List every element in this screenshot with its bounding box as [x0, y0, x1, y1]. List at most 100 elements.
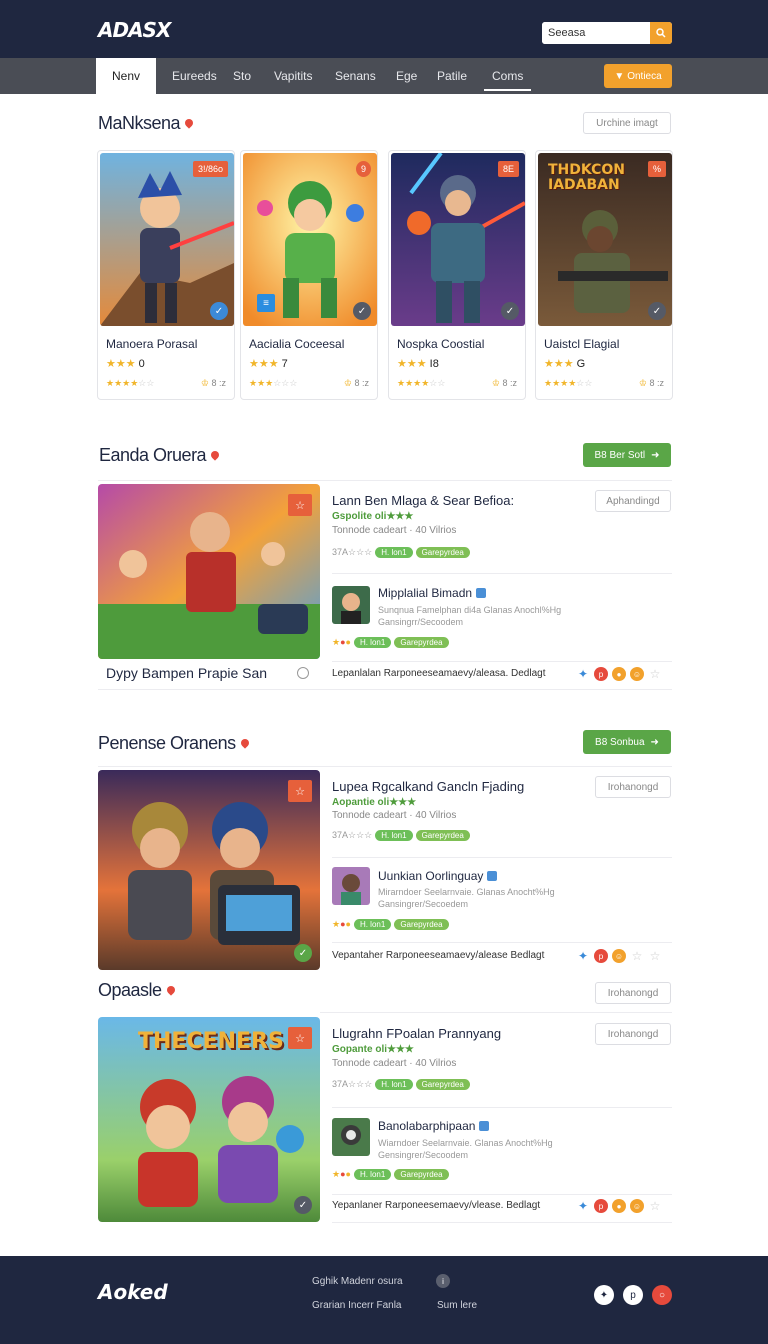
card-meta: ♔ 8 :z: [491, 378, 517, 388]
reddit-icon[interactable]: ●: [612, 1199, 626, 1213]
emoji-icon[interactable]: ☺: [630, 1199, 644, 1213]
section4-action-button[interactable]: Irohanongd: [595, 982, 671, 1004]
search-input[interactable]: [542, 22, 650, 44]
feature-block-3: ☆ ✓ Lupea Rgcalkand Gancln Fjading Aopan…: [98, 766, 672, 974]
divider: [332, 1107, 672, 1108]
section-title-2: Eanda Oruera: [99, 445, 221, 466]
game-card[interactable]: 9 ≡ ✓ Aacialia Coceesal ★★★ 7 ★★★☆☆☆ ♔ 8…: [240, 150, 378, 400]
feature-title[interactable]: Llugrahn FPoalan Prannyang: [332, 1026, 501, 1041]
sub-item-title[interactable]: Uunkian Oorlinguay: [378, 869, 498, 883]
feature-footer-text: Yepanlaner Rarponeesemaevy/vlease. Bedla…: [332, 1200, 541, 1211]
sub-meta-line: ★●● H. lon1 Garepyrdea: [332, 637, 449, 648]
arrow-right-icon: ➜: [651, 449, 660, 461]
tab-8[interactable]: Coms: [483, 58, 532, 94]
check-icon: ✓: [353, 302, 371, 320]
crown-icon: ♔: [638, 378, 647, 388]
game-art-title: THDKCON IADABAN: [548, 162, 625, 193]
feature-footer-text: Vepantaher Rarponeeseamaevy/alease Bedla…: [332, 950, 545, 961]
feature-green-label: Aopantie oli★★★: [332, 797, 417, 808]
card-meta: ♔ 8 :z: [200, 378, 226, 388]
twitter-icon[interactable]: ✦: [594, 1285, 614, 1305]
stars-row: ★★★★☆☆: [544, 378, 593, 388]
divider: [332, 573, 672, 574]
select-radio[interactable]: [297, 667, 309, 679]
game-title: Aacialia Coceesal: [249, 337, 345, 351]
sub-item-title[interactable]: Mipplalial Bimadn: [378, 586, 487, 600]
game-card[interactable]: 8E ✓ Nospka Coostial ★★★ I8 ★★★★☆☆ ♔ 8 :…: [388, 150, 526, 400]
main-nav: Nenv Eureeds Sto Vapitits Senans Ege Pat…: [0, 58, 768, 94]
feature-ghost-button[interactable]: Irohanongd: [595, 776, 671, 798]
pinterest-icon[interactable]: p: [594, 667, 608, 681]
check-icon: ✓: [501, 302, 519, 320]
footer: Aoked Gghik Madenr osura i Grarian Incer…: [0, 1256, 768, 1344]
pin-icon: [209, 449, 221, 461]
feature-art-4[interactable]: THECENERS ☆ ✓: [98, 1017, 320, 1222]
star-outline-icon[interactable]: ☆: [648, 1199, 662, 1213]
star-tag-icon: ☆: [288, 780, 312, 802]
game-art-1: 3!/86o ✓: [100, 153, 234, 326]
pin-icon: [238, 737, 251, 749]
footer-link-2[interactable]: Grarian Incerr Fanla: [312, 1300, 401, 1311]
section-title-3: Penense Oranens: [98, 733, 251, 754]
game-art-2: 9 ≡ ✓: [243, 153, 377, 326]
emoji-icon[interactable]: ☺: [612, 949, 626, 963]
feature-meta-line: 37A☆☆☆ H. lon1 Garepyrdea: [332, 830, 470, 841]
divider: [332, 661, 672, 662]
tab-4[interactable]: Vapitits: [274, 58, 312, 94]
star-outline-icon[interactable]: ☆: [630, 949, 644, 963]
footer-link-1[interactable]: Gghik Madenr osura: [312, 1276, 403, 1287]
footer-link-3[interactable]: Sum lere: [437, 1300, 477, 1311]
section3-action-button[interactable]: B8 Sonbua ➜: [583, 730, 671, 754]
tab-2[interactable]: Eureeds: [172, 58, 217, 94]
game-art-3: 8E ✓: [391, 153, 525, 326]
divider: [332, 1194, 672, 1195]
tab-5[interactable]: Senans: [335, 58, 376, 94]
twitter-icon[interactable]: ✦: [576, 667, 590, 681]
nav-cta-label: Ontieca: [627, 70, 662, 82]
section1-action-button[interactable]: Urchine imagt: [583, 112, 671, 134]
twitter-icon[interactable]: ✦: [576, 1199, 590, 1213]
feature-art-2[interactable]: ☆: [98, 484, 320, 659]
pinterest-icon[interactable]: p: [623, 1285, 643, 1305]
feature-meta-line: 37A☆☆☆ H. lon1 Garepyrdea: [332, 547, 470, 558]
nav-cta-button[interactable]: ▼ Ontieca: [604, 64, 672, 88]
star-outline-icon[interactable]: ☆: [648, 949, 662, 963]
tab-7[interactable]: Patile: [437, 58, 467, 94]
sub-thumb[interactable]: [332, 867, 370, 905]
arrow-right-icon: ➜: [650, 736, 659, 748]
tab-3[interactable]: Sto: [233, 58, 251, 94]
sub-meta-line: ★●● H. lon1 Garepyrdea: [332, 919, 449, 930]
pin-icon: [164, 984, 177, 996]
footer-logo[interactable]: Aoked: [98, 1280, 168, 1304]
game-card[interactable]: THDKCON IADABAN % ✓ Uaistcl Elagial ★★★ …: [535, 150, 673, 400]
sub-thumb[interactable]: [332, 586, 370, 624]
feature-art-3[interactable]: ☆ ✓: [98, 770, 320, 970]
feature-meta-line: 37A☆☆☆ H. lon1 Garepyrdea: [332, 1079, 470, 1090]
site-logo[interactable]: ADASX: [98, 18, 171, 42]
star-tag-icon: ☆: [288, 1027, 312, 1049]
feature-title[interactable]: Lupea Rgcalkand Gancln Fjading: [332, 779, 524, 794]
tab-home[interactable]: Nenv: [96, 58, 156, 94]
game-rating: ★★★ I8: [397, 358, 439, 370]
emoji-icon[interactable]: ☺: [630, 667, 644, 681]
feature-sub: Tonnode cadeart · 40 Vilrios: [332, 810, 457, 821]
divider: [332, 1222, 672, 1223]
feature-title[interactable]: Lann Ben Mlaga & Sear Befioa:: [332, 493, 514, 508]
pinterest-icon[interactable]: p: [594, 1199, 608, 1213]
twitter-icon[interactable]: ✦: [576, 949, 590, 963]
game-card[interactable]: 3!/86o ✓ Manoera Porasal ★★★ 0 ★★★★☆☆ ♔ …: [97, 150, 235, 400]
info-icon[interactable]: i: [436, 1274, 450, 1288]
tab-6[interactable]: Ege: [396, 58, 417, 94]
pinterest-icon[interactable]: p: [594, 949, 608, 963]
chat-icon[interactable]: ○: [652, 1285, 672, 1305]
feature-ghost-button[interactable]: Aphandingd: [595, 490, 671, 512]
sub-item-title[interactable]: Banolabarphipaan: [378, 1119, 490, 1133]
check-icon: ✓: [294, 944, 312, 962]
reddit-icon[interactable]: ●: [612, 667, 626, 681]
section2-action-button[interactable]: B8 Ber Sotl ➜: [583, 443, 671, 467]
feature-ghost-button[interactable]: Irohanongd: [595, 1023, 671, 1045]
search-button[interactable]: [650, 22, 672, 44]
card-tag: 9: [355, 161, 371, 177]
star-outline-icon[interactable]: ☆: [648, 667, 662, 681]
sub-thumb[interactable]: [332, 1118, 370, 1156]
